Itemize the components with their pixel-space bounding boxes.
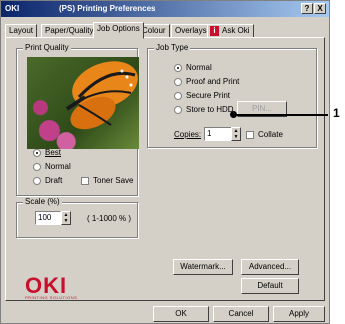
copies-spinner[interactable]: ▲ ▼ (231, 127, 241, 141)
apply-button[interactable]: Apply (273, 306, 325, 322)
cancel-button[interactable]: Cancel (213, 306, 269, 322)
close-button[interactable]: X (314, 3, 326, 14)
jobtype-secure-print-radio[interactable]: Secure Print (174, 91, 230, 100)
copies-input[interactable]: 1 (204, 127, 232, 141)
radio-icon (33, 176, 41, 185)
tab-layout[interactable]: Layout (5, 24, 38, 38)
radio-icon (174, 105, 182, 114)
default-button[interactable]: Default (241, 278, 299, 294)
info-icon: i (210, 26, 219, 36)
print-quality-label: Print Quality (23, 43, 71, 52)
toner-save-label: Toner Save (93, 176, 134, 185)
title-bar: OKI (PS) Printing Preferences ? X (1, 1, 329, 17)
jobtype-secure-print-label: Secure Print (186, 91, 231, 100)
jobtype-store-hdd-radio[interactable]: Store to HDD (174, 105, 234, 114)
tab-paper-quality[interactable]: Paper/Quality (41, 24, 98, 38)
scale-label: Scale (%) (23, 197, 62, 206)
window-title: (PS) Printing Preferences (59, 4, 156, 13)
quality-best-label: Best (45, 148, 62, 157)
radio-icon (174, 77, 182, 86)
scale-range-text: ( 1-1000 % ) (87, 214, 132, 223)
butterfly-icon (65, 61, 138, 130)
butterfly-preview-image (27, 57, 139, 149)
oki-tagline: PRINTING SOLUTIONS (25, 295, 78, 300)
callout-number: 1 (333, 106, 340, 120)
tab-ask-oki[interactable]: i Ask Oki (207, 24, 254, 38)
quality-best-radio[interactable]: Best (33, 148, 61, 157)
checkbox-icon (246, 130, 254, 139)
collate-label: Collate (258, 130, 283, 139)
radio-selected-icon (33, 148, 41, 157)
radio-icon (33, 162, 41, 171)
job-type-label: Job Type (154, 43, 191, 52)
jobtype-proof-print-radio[interactable]: Proof and Print (174, 77, 239, 86)
callout-line (236, 114, 328, 116)
scale-input[interactable]: 100 (35, 211, 61, 225)
help-button[interactable]: ? (301, 3, 313, 14)
scale-spinner[interactable]: ▲ ▼ (61, 211, 71, 225)
quality-normal-radio[interactable]: Normal (33, 162, 71, 171)
printing-preferences-window: OKI (PS) Printing Preferences ? X Layout… (0, 0, 330, 324)
checkbox-icon (81, 176, 89, 185)
ok-button[interactable]: OK (153, 306, 209, 322)
oki-title-logo: OKI (5, 4, 20, 13)
quality-draft-label: Draft (45, 176, 63, 185)
radio-icon (174, 91, 182, 100)
toner-save-checkbox[interactable]: Toner Save (81, 176, 133, 185)
radio-selected-icon (174, 63, 182, 72)
tab-overlays[interactable]: Overlays (171, 24, 211, 38)
tab-ask-oki-label: Ask Oki (222, 26, 250, 35)
copies-label: Copies: (174, 130, 202, 139)
quality-normal-label: Normal (45, 162, 71, 171)
jobtype-normal-label: Normal (186, 63, 212, 72)
watermark-button[interactable]: Watermark... (173, 259, 233, 275)
collate-checkbox[interactable]: Collate (246, 130, 283, 139)
jobtype-proof-print-label: Proof and Print (186, 77, 240, 86)
tab-job-options[interactable]: Job Options (93, 22, 144, 39)
advanced-button[interactable]: Advanced... (241, 259, 299, 275)
jobtype-normal-radio[interactable]: Normal (174, 63, 212, 72)
quality-draft-radio[interactable]: Draft (33, 176, 62, 185)
jobtype-store-hdd-label: Store to HDD (186, 105, 234, 114)
